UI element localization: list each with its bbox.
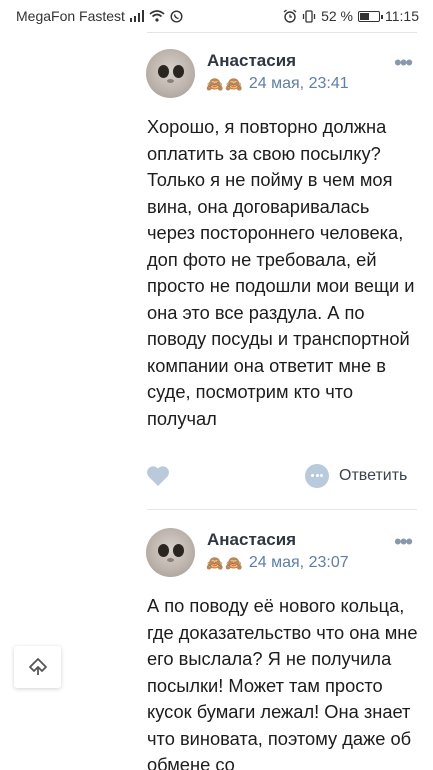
emoji-badge: 🙈🙈 (206, 75, 245, 92)
avatar[interactable] (146, 528, 195, 577)
bubble-dot (315, 474, 319, 477)
wifi-icon (149, 10, 165, 22)
avatar-eye (173, 65, 184, 78)
more-options-icon[interactable]: ••• (394, 52, 413, 74)
battery-level (360, 12, 369, 20)
bubble-dot (320, 474, 323, 477)
avatar-eye (158, 65, 169, 78)
comment-meta: 🙈🙈 24 мая, 23:07 (206, 554, 349, 572)
top-divider (147, 32, 417, 33)
scroll-up-button[interactable] (14, 646, 61, 688)
avatar-nose (167, 558, 174, 562)
avatar[interactable] (146, 49, 195, 98)
vibrate-icon (302, 9, 316, 23)
comment-date[interactable]: 24 мая, 23:07 (249, 554, 349, 572)
comment-text: А по поводу её нового кольца, где доказа… (147, 595, 418, 770)
status-bar-left: MegaFon Fastest (16, 8, 183, 24)
comment-date[interactable]: 24 мая, 23:41 (249, 75, 349, 93)
battery-icon (358, 10, 383, 22)
status-bar: MegaFon Fastest 52 % 11:15 (0, 0, 433, 32)
battery-percent: 52 % (321, 8, 353, 24)
signal-icon (129, 10, 144, 22)
carrier-name: MegaFon Fastest (16, 8, 125, 24)
comment-text: Хорошо, я повторно должна оплатить за св… (147, 116, 415, 429)
avatar-eye (158, 544, 169, 557)
status-bar-right: 52 % 11:15 (283, 8, 419, 24)
emoji-badge: 🙈🙈 (206, 554, 245, 571)
avatar-nose (167, 79, 174, 83)
alarm-icon (283, 9, 297, 23)
comment-meta: 🙈🙈 24 мая, 23:41 (206, 75, 349, 93)
arrow-up-icon (28, 658, 47, 675)
reply-button[interactable]: Ответить (305, 464, 407, 488)
clock: 11:15 (385, 8, 419, 24)
avatar-eye (173, 544, 184, 557)
reply-bubble-icon (305, 464, 329, 488)
comment-author[interactable]: Анастасия (207, 51, 296, 71)
bubble-dot (311, 474, 314, 477)
comment-author[interactable]: Анастасия (207, 530, 296, 550)
like-icon[interactable] (146, 465, 170, 487)
comment-divider (147, 509, 417, 510)
more-options-icon[interactable]: ••• (394, 531, 413, 553)
reply-label: Ответить (339, 467, 408, 484)
whatsapp-icon (170, 9, 183, 23)
